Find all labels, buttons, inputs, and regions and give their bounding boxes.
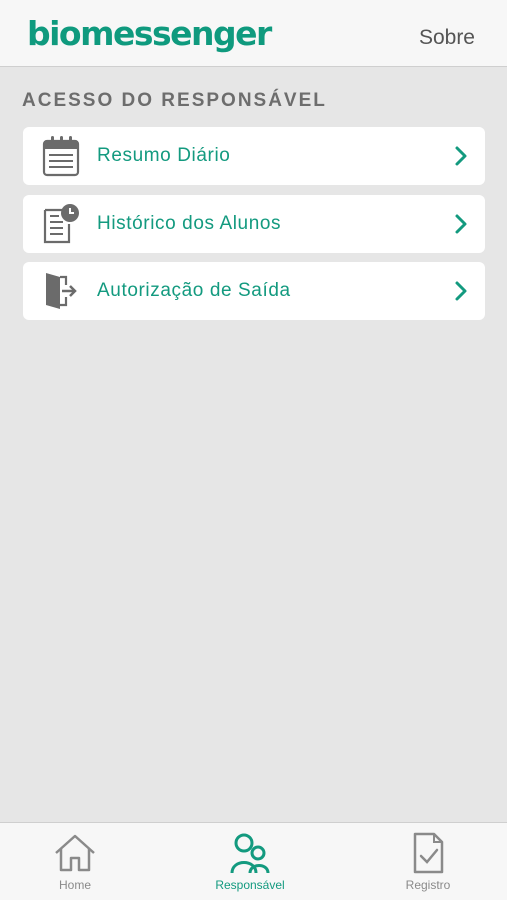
chevron-right-icon bbox=[453, 145, 469, 167]
menu-item-label: Resumo Diário bbox=[97, 145, 231, 166]
tab-label: Home bbox=[58, 878, 91, 892]
menu-item-label: Autorização de Saída bbox=[97, 280, 291, 301]
tab-responsavel[interactable]: Responsável bbox=[190, 823, 310, 900]
chevron-right-icon bbox=[453, 280, 469, 302]
app-header: biomessenger Sobre bbox=[0, 0, 507, 67]
home-icon bbox=[53, 831, 97, 875]
tab-registro[interactable]: Registro bbox=[368, 823, 488, 900]
clipboard-check-icon bbox=[410, 831, 446, 875]
tab-bar: Home Responsável Registro bbox=[0, 822, 507, 900]
section-title: ACESSO DO RESPONSÁVEL bbox=[22, 90, 327, 111]
calendar-icon bbox=[41, 134, 81, 178]
menu-item-exit-authorization[interactable]: Autorização de Saída bbox=[23, 262, 485, 320]
menu-item-daily-summary[interactable]: Resumo Diário bbox=[23, 127, 485, 185]
tab-label: Registro bbox=[405, 878, 451, 892]
about-button[interactable]: Sobre bbox=[419, 26, 475, 50]
document-clock-icon bbox=[41, 202, 81, 246]
tab-home[interactable]: Home bbox=[15, 823, 135, 900]
menu-item-student-history[interactable]: Histórico dos Alunos bbox=[23, 195, 485, 253]
menu-item-label: Histórico dos Alunos bbox=[97, 213, 282, 234]
exit-door-icon bbox=[41, 269, 81, 313]
people-icon bbox=[229, 831, 271, 875]
app-logo: biomessenger bbox=[27, 14, 272, 53]
chevron-right-icon bbox=[453, 213, 469, 235]
tab-label: Responsável bbox=[215, 878, 285, 892]
